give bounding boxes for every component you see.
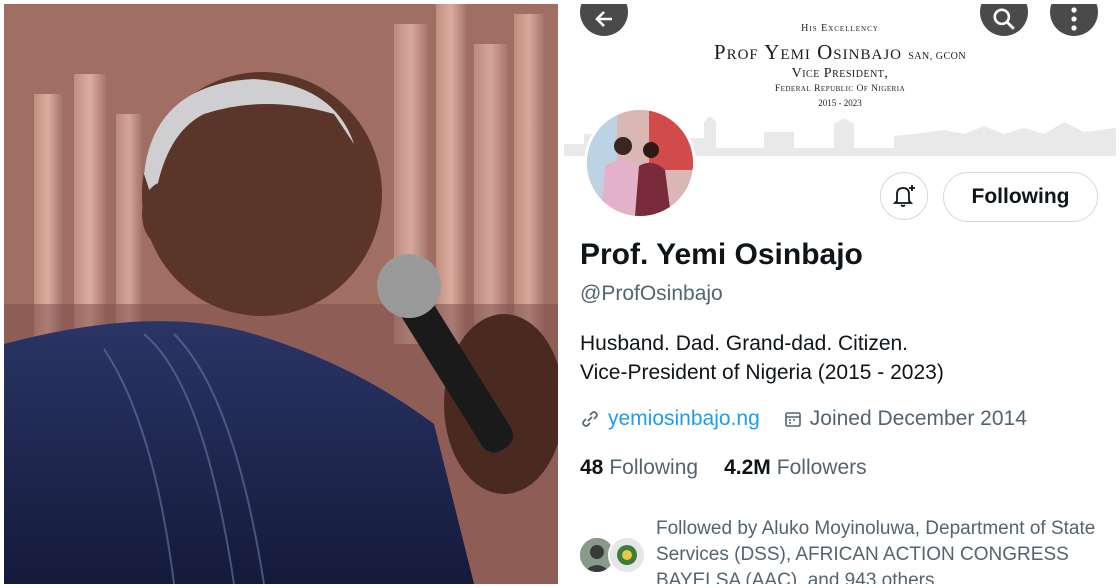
following-stat[interactable]: 48 Following [580, 456, 698, 480]
arrow-left-icon [595, 11, 612, 27]
profile-bio: Husband. Dad. Grand-dad. Citizen. Vice-P… [580, 329, 1100, 387]
joined-date: Joined December 2014 [809, 407, 1027, 430]
following-button[interactable]: Following [943, 172, 1098, 222]
speaker-photo [4, 4, 558, 584]
followers-count: 4.2M [724, 456, 771, 479]
followers-stat[interactable]: 4.2M Followers [724, 456, 867, 480]
followed-by-text[interactable]: Followed by Aluko Moyinoluwa, Department… [656, 516, 1096, 584]
notifications-button[interactable] [880, 172, 928, 220]
banner-honorific: His Excellency [801, 23, 879, 34]
following-count: 48 [580, 456, 604, 479]
calendar-icon [784, 412, 801, 427]
follower-avatar-image [610, 538, 644, 572]
profile-panel: His Excellency Prof Yemi Osinbajo SAN, G… [564, 4, 1116, 584]
search-icon [993, 8, 1015, 30]
profile-meta: yemiosinbajo.ng Joined December 2014 [580, 407, 1027, 431]
banner-suffix: SAN, GCON [908, 51, 967, 62]
website-link[interactable]: yemiosinbajo.ng [608, 407, 760, 431]
link-icon [582, 411, 598, 427]
profile-handle: @ProfOsinbajo [580, 282, 723, 305]
avatar-image [587, 110, 693, 216]
followers-label: Followers [776, 456, 867, 479]
profile-name: Prof. Yemi Osinbajo [580, 238, 863, 271]
banner-title: Vice President, [791, 66, 889, 81]
follower-avatar[interactable] [608, 536, 646, 574]
photo-illustration [4, 4, 558, 584]
banner-name-text: Prof Yemi Osinbajo [713, 40, 902, 64]
banner-country: Federal Republic Of Nigeria [774, 84, 906, 94]
follow-stats: 48 Following 4.2M Followers [580, 456, 893, 480]
banner-name: Prof Yemi Osinbajo SAN, GCON [564, 40, 1116, 65]
following-label: Following [609, 456, 699, 479]
more-vertical-icon [1071, 7, 1077, 31]
avatar[interactable] [584, 107, 696, 219]
bio-line-1: Husband. Dad. Grand-dad. Citizen. [580, 332, 909, 355]
bio-line-2: Vice-President of Nigeria (2015 - 2023) [580, 361, 944, 384]
bell-plus-icon [892, 185, 915, 207]
